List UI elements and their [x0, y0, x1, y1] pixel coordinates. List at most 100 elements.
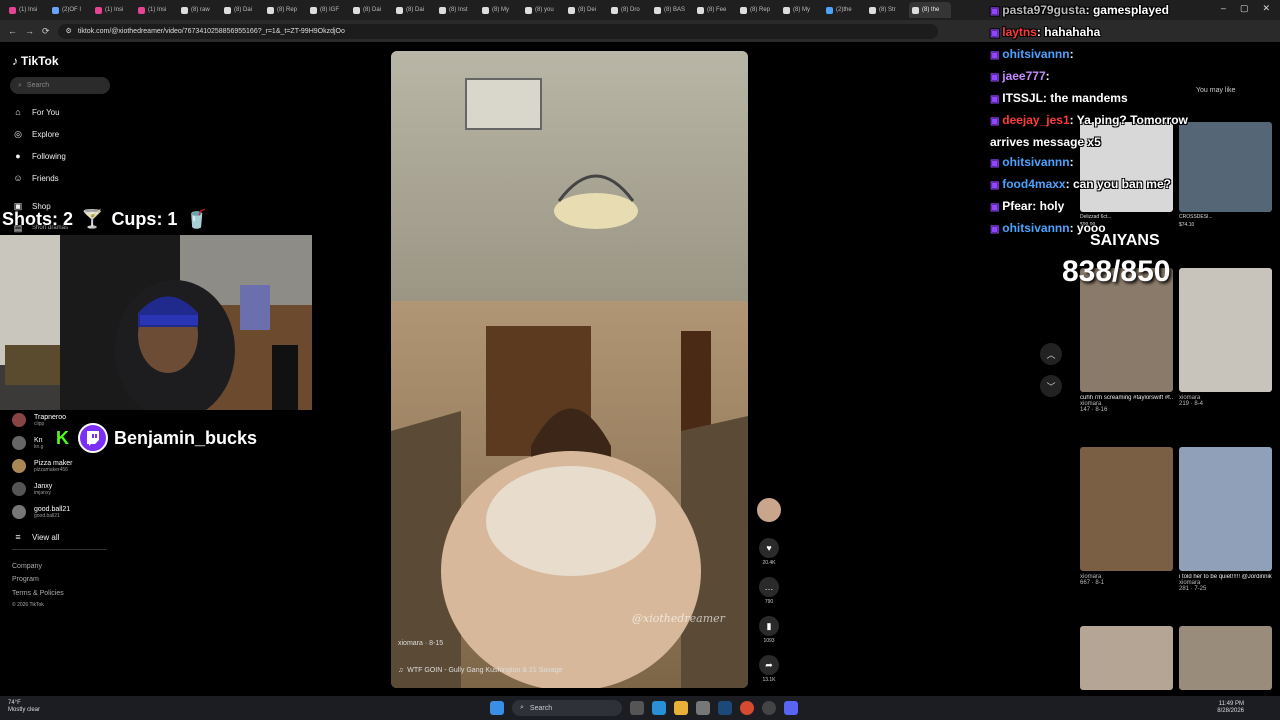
browser-tab[interactable]: (8) My [479, 2, 521, 18]
footer-link[interactable]: Company [12, 563, 42, 570]
share-button[interactable]: ➦ 13.1K [756, 655, 782, 683]
badge-icon: ▣ [990, 202, 1003, 213]
tab-label: (8) you [535, 7, 554, 13]
sidebar-item-friends[interactable]: ☺ Friends [12, 172, 58, 184]
browser-tab[interactable]: (8) Str [866, 2, 908, 18]
video-player[interactable] [391, 51, 748, 688]
browser-tab[interactable]: (8) BAS [651, 2, 693, 18]
home-icon: ⌂ [15, 107, 21, 117]
back-icon[interactable]: ← [8, 26, 17, 36]
browser-tab[interactable]: (8) Rep [264, 2, 306, 18]
tab-label: (2)OF I [62, 7, 81, 13]
browser-tab[interactable]: (8) Dro [608, 2, 650, 18]
tiktok-logo[interactable]: ♪ TikTok [12, 54, 59, 68]
sidebar-item-explore[interactable]: ◎ Explore [12, 128, 59, 140]
start-icon[interactable] [490, 701, 504, 715]
tab-favicon-icon [783, 6, 790, 14]
chat-username[interactable]: Pfear [1002, 199, 1032, 213]
following-account[interactable]: Pizza maker pizzamaker456 [12, 459, 73, 473]
reload-icon[interactable]: ⟳ [42, 26, 50, 37]
creator-avatar[interactable] [756, 498, 782, 522]
footer-link[interactable]: Program [12, 576, 39, 583]
music-row[interactable]: ♫ WTF GOIN - Gully Gang Kushington & 21 … [398, 667, 562, 674]
next-video-button[interactable]: ﹀ [1040, 375, 1062, 397]
settings-icon[interactable] [696, 701, 710, 715]
video-author[interactable]: xiomara · 8-15 [398, 640, 562, 647]
video-frame [391, 51, 748, 688]
taskbar-search[interactable]: ⌕ Search [512, 700, 622, 716]
list-icon: ≡ [15, 532, 21, 542]
app-icon[interactable] [762, 701, 776, 715]
system-tray-clock[interactable]: 11:49 PM 8/28/2026 [1217, 701, 1244, 715]
chat-username[interactable]: pasta979gusta [1002, 3, 1085, 17]
tab-favicon-icon [267, 6, 274, 14]
related-stats: 219 · 8-4 [1179, 401, 1204, 407]
browser-tab[interactable]: (8) you [522, 2, 564, 18]
chat-username[interactable]: ITSSJL [1002, 91, 1043, 105]
url-field[interactable]: ⚙ tiktok.com/@xiothedreamer/video/767341… [57, 23, 938, 39]
chat-username[interactable]: ohitsivannn [1002, 47, 1069, 61]
like-button[interactable]: ♥ 20.4K [756, 538, 782, 566]
browser-tab[interactable]: (8) raw [178, 2, 220, 18]
save-count: 1093 [763, 638, 775, 644]
forward-icon[interactable]: → [25, 26, 34, 36]
edge-icon[interactable] [652, 701, 666, 715]
related-stats: 147 · 8-16 [1080, 407, 1108, 413]
chrome-icon[interactable] [740, 701, 754, 715]
previous-video-button[interactable]: ︿ [1040, 343, 1062, 365]
browser-tab[interactable]: (8) Inst [436, 2, 478, 18]
related-video-card[interactable]: cuhh i'm screaming #taylorswift #f... xi… [1080, 268, 1173, 413]
tab-label: (1) Insi [105, 7, 124, 13]
browser-tab[interactable]: (8) Dei [565, 2, 607, 18]
chat-username[interactable]: deejay_jes1 [1002, 113, 1069, 127]
related-video-card[interactable]: xiomara 219 · 8-4 [1179, 268, 1272, 407]
footer-link: © 2026 TikTok [12, 602, 44, 608]
browser-tab[interactable]: (1) Insi [6, 2, 48, 18]
related-video-card[interactable]: i told her to be quiet!!!!! @Jordinnikol… [1179, 447, 1272, 592]
browser-tab[interactable]: (2)OF I [49, 2, 91, 18]
badge-icon: ▣ [990, 50, 1003, 61]
sidebar-item-following[interactable]: ● Following [12, 150, 66, 162]
chat-username[interactable]: jaee777 [1002, 69, 1045, 83]
sidebar-search[interactable]: ⌕ Search [10, 77, 110, 94]
close-icon[interactable]: ✕ [1262, 3, 1270, 14]
sidebar-item-for-you[interactable]: ⌂ For You [12, 106, 59, 118]
browser-tab[interactable]: (1) Insi [135, 2, 177, 18]
related-video-card[interactable] [1179, 626, 1272, 690]
discord-icon[interactable] [784, 701, 798, 715]
following-account[interactable]: Janxy imjanxy [12, 482, 52, 496]
browser-tab[interactable]: (8) Fee [694, 2, 736, 18]
following-account[interactable]: Kn kn.g [12, 436, 43, 450]
browser-tab[interactable]: (8) Dai [350, 2, 392, 18]
browser-tab[interactable]: (1) Insi [92, 2, 134, 18]
related-thumbnail [1080, 447, 1173, 571]
browser-tab[interactable]: (2)the [823, 2, 865, 18]
badge-icon: ▣ [990, 28, 1003, 39]
related-video-card[interactable] [1080, 626, 1173, 690]
browser-tab[interactable]: (8) the [909, 2, 951, 18]
tab-label: (8) Rep [277, 7, 298, 13]
comment-icon: … [759, 577, 779, 597]
save-button[interactable]: ▮ 1093 [756, 616, 782, 644]
related-video-card[interactable]: xiomara 667 · 8-1 [1080, 447, 1173, 586]
chat-username[interactable]: ohitsivannn [1002, 155, 1069, 169]
browser-tab[interactable]: (8) Dai [393, 2, 435, 18]
share-icon: ➦ [759, 655, 779, 675]
weather-widget[interactable]: 74°F Mostly clear [8, 700, 40, 714]
browser-tab[interactable]: (8) Rep [737, 2, 779, 18]
steam-icon[interactable] [718, 701, 732, 715]
browser-tab[interactable]: (8) My [780, 2, 822, 18]
chat-username[interactable]: food4maxx [1002, 177, 1065, 191]
site-info-icon[interactable]: ⚙ [66, 27, 72, 35]
footer-link[interactable]: Terms & Policies [12, 590, 64, 597]
task-view-icon[interactable] [630, 701, 644, 715]
browser-tab[interactable]: (8) IGF [307, 2, 349, 18]
following-account[interactable]: good.ball21 good.ball21 [12, 505, 70, 519]
file-explorer-icon[interactable] [674, 701, 688, 715]
badge-icon: ▣ [990, 180, 1003, 191]
comment-button[interactable]: … 790 [756, 577, 782, 605]
chat-username[interactable]: laytns [1002, 25, 1037, 39]
view-all-link[interactable]: ≡ View all [12, 531, 59, 543]
chat-username[interactable]: ohitsivannn [1002, 221, 1069, 235]
browser-tab[interactable]: (8) Dai [221, 2, 263, 18]
